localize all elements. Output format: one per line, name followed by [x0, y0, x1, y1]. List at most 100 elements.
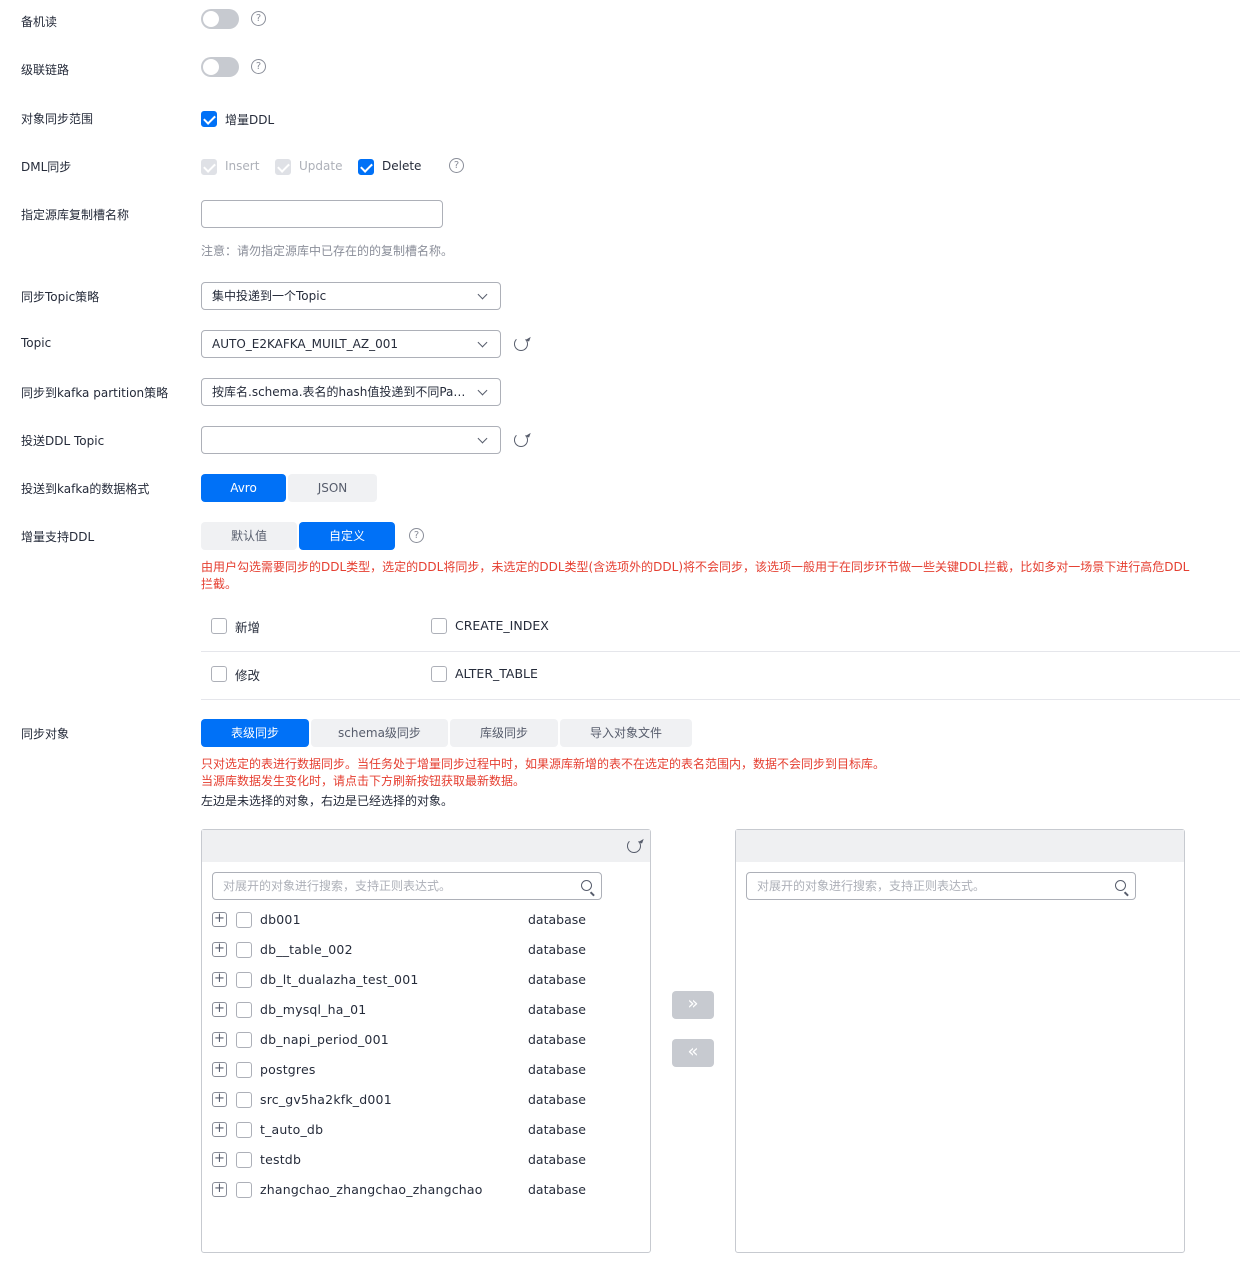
list-item[interactable]: + zhangchao_zhangchao_zhangchao database	[212, 1180, 632, 1200]
help-icon[interactable]: ?	[251, 11, 266, 26]
delete-label: Delete	[382, 159, 422, 173]
object-name: db001	[260, 912, 301, 927]
tab-import-file[interactable]: 导入对象文件	[560, 719, 692, 747]
object-name: testdb	[260, 1152, 302, 1167]
update-checkbox[interactable]	[275, 159, 291, 175]
expand-icon[interactable]: +	[212, 942, 227, 957]
search-input[interactable]: 对展开的对象进行搜索，支持正则表达式。	[746, 872, 1136, 900]
ddl-type-checkbox[interactable]	[211, 666, 227, 682]
refresh-icon[interactable]	[627, 839, 641, 853]
expand-icon[interactable]: +	[212, 972, 227, 987]
insert-checkbox[interactable]	[201, 159, 217, 175]
list-item[interactable]: + db001 database	[212, 910, 632, 930]
move-left-button[interactable]: «	[672, 1039, 714, 1067]
list-item[interactable]: + testdb database	[212, 1150, 632, 1170]
ddl-type-checkbox[interactable]	[211, 618, 227, 634]
object-checkbox[interactable]	[236, 942, 252, 958]
object-checkbox[interactable]	[236, 1062, 252, 1078]
selected-objects-panel: 对展开的对象进行搜索，支持正则表达式。	[735, 829, 1185, 1253]
refresh-icon[interactable]	[514, 337, 528, 351]
object-type: database	[528, 1092, 586, 1107]
divider	[201, 699, 1240, 700]
ddl-type-checkbox[interactable]	[431, 666, 447, 682]
tab-schema-level[interactable]: schema级同步	[311, 719, 448, 747]
delete-checkbox[interactable]	[358, 159, 374, 175]
slot-name-label: 指定源库复制槽名称	[21, 208, 130, 222]
object-checkbox[interactable]	[236, 1182, 252, 1198]
search-input[interactable]: 对展开的对象进行搜索，支持正则表达式。	[212, 872, 602, 900]
object-name: postgres	[260, 1062, 316, 1077]
cascade-link-label: 级联链路	[21, 63, 70, 77]
expand-icon[interactable]: +	[212, 1122, 227, 1137]
object-name: db_lt_dualazha_test_001	[260, 972, 419, 987]
expand-icon[interactable]: +	[212, 1182, 227, 1197]
object-name: src_gv5ha2kfk_d001	[260, 1092, 392, 1107]
expand-icon[interactable]: +	[212, 1002, 227, 1017]
object-type: database	[528, 912, 586, 927]
move-right-button[interactable]: »	[672, 991, 714, 1019]
list-item[interactable]: + postgres database	[212, 1060, 632, 1080]
ddl-type-checkbox[interactable]	[431, 618, 447, 634]
object-type: database	[528, 1122, 586, 1137]
refresh-icon[interactable]	[514, 433, 528, 447]
topic-strategy-label: 同步Topic策略	[21, 290, 100, 304]
format-avro-button[interactable]: Avro	[201, 474, 286, 502]
selection-hint: 左边是未选择的对象，右边是已经选择的对象。	[201, 794, 454, 808]
topic-label: Topic	[21, 336, 52, 350]
object-type: database	[528, 942, 586, 957]
object-type: database	[528, 1182, 586, 1197]
object-name: db_napi_period_001	[260, 1032, 389, 1047]
ddl-default-button[interactable]: 默认值	[201, 522, 297, 550]
ddl-topic-select[interactable]	[201, 426, 501, 454]
expand-icon[interactable]: +	[212, 912, 227, 927]
slot-name-input[interactable]	[201, 200, 443, 228]
tab-table-level[interactable]: 表级同步	[201, 719, 309, 747]
help-icon[interactable]: ?	[251, 59, 266, 74]
ddl-type-label: CREATE_INDEX	[455, 618, 549, 633]
format-json-button[interactable]: JSON	[288, 474, 377, 502]
object-checkbox[interactable]	[236, 1032, 252, 1048]
object-checkbox[interactable]	[236, 1092, 252, 1108]
topic-strategy-select[interactable]: 集中投递到一个Topic	[201, 282, 501, 310]
standby-read-toggle[interactable]	[201, 9, 239, 29]
object-checkbox[interactable]	[236, 1152, 252, 1168]
chevron-down-icon	[477, 289, 488, 300]
list-item[interactable]: + db__table_002 database	[212, 940, 632, 960]
refresh-warning: 当源库数据发生变化时，请点击下方刷新按钮获取最新数据。	[201, 774, 526, 788]
list-item[interactable]: + db_lt_dualazha_test_001 database	[212, 970, 632, 990]
object-type: database	[528, 1002, 586, 1017]
cascade-link-toggle[interactable]	[201, 57, 239, 77]
dml-sync-label: DML同步	[21, 160, 72, 174]
list-item[interactable]: + db_napi_period_001 database	[212, 1030, 632, 1050]
expand-icon[interactable]: +	[212, 1152, 227, 1167]
unselected-objects-panel: 对展开的对象进行搜索，支持正则表达式。 + db001 database + db__t…	[201, 829, 651, 1253]
ddl-topic-label: 投送DDL Topic	[21, 434, 105, 448]
ddl-custom-button[interactable]: 自定义	[299, 522, 395, 550]
help-icon[interactable]: ?	[409, 528, 424, 543]
sync-scope-label: 对象同步范围	[21, 112, 94, 126]
object-name: db_mysql_ha_01	[260, 1002, 367, 1017]
chevron-down-icon	[477, 385, 488, 396]
data-format-label: 投送到kafka的数据格式	[21, 482, 150, 496]
topic-select[interactable]: AUTO_E2KAFKA_MUILT_AZ_001	[201, 330, 501, 358]
incremental-ddl-checkbox[interactable]	[201, 111, 217, 127]
search-icon[interactable]	[581, 880, 592, 891]
list-item[interactable]: + src_gv5ha2kfk_d001 database	[212, 1090, 632, 1110]
expand-icon[interactable]: +	[212, 1092, 227, 1107]
object-checkbox[interactable]	[236, 972, 252, 988]
search-icon[interactable]	[1115, 880, 1126, 891]
object-checkbox[interactable]	[236, 912, 252, 928]
help-icon[interactable]: ?	[449, 158, 464, 173]
partition-strategy-select[interactable]: 按库名.schema.表名的hash值投递到不同Par...	[201, 378, 501, 406]
slot-name-note: 注意：请勿指定源库中已存在的的复制槽名称。	[201, 244, 454, 258]
update-label: Update	[299, 159, 343, 173]
list-item[interactable]: + t_auto_db database	[212, 1120, 632, 1140]
expand-icon[interactable]: +	[212, 1032, 227, 1047]
list-item[interactable]: + db_mysql_ha_01 database	[212, 1000, 632, 1020]
object-checkbox[interactable]	[236, 1002, 252, 1018]
ddl-type-label: ALTER_TABLE	[455, 666, 538, 681]
tab-database-level[interactable]: 库级同步	[450, 719, 558, 747]
expand-icon[interactable]: +	[212, 1062, 227, 1077]
object-checkbox[interactable]	[236, 1122, 252, 1138]
ddl-type-label: 修改	[235, 668, 261, 683]
